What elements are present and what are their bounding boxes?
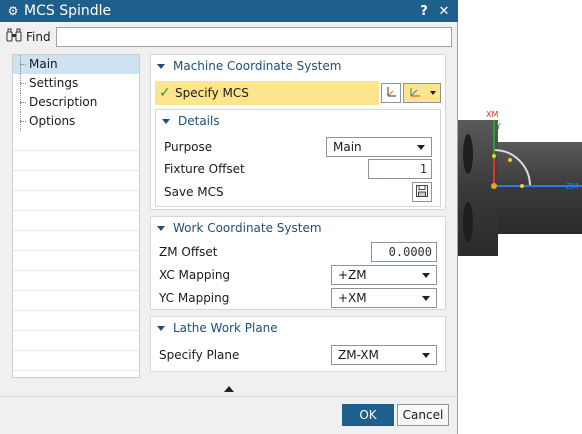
find-label: Find (26, 30, 51, 44)
zm-axis-label: ZM (566, 182, 579, 191)
collapse-triangle-icon (157, 63, 165, 69)
details-subgroup: Details Purpose Main Fixture Offset 1 Sa… (155, 109, 441, 207)
purpose-value: Main (333, 140, 362, 154)
xc-mapping-select[interactable]: +ZM (331, 265, 437, 285)
chevron-down-icon (430, 91, 436, 95)
xm-axis-label: XM (486, 110, 499, 119)
yc-mapping-label: YC Mapping (159, 291, 230, 305)
specify-plane-label: Specify Plane (159, 348, 240, 362)
yc-mapping-row: YC Mapping +XM (159, 287, 437, 309)
specify-plane-row: Specify Plane ZM-XM (159, 344, 437, 366)
zm-offset-label: ZM Offset (159, 245, 218, 259)
save-mcs-button[interactable] (412, 182, 432, 202)
zm-offset-row: ZM Offset 0.0000 (159, 241, 437, 263)
navigation-tree: Main Settings Description Options (12, 54, 140, 378)
yc-mapping-select[interactable]: +XM (331, 288, 437, 308)
zm-offset-input[interactable]: 0.0000 (371, 242, 437, 262)
lathe-group-header[interactable]: Lathe Work Plane (151, 317, 445, 339)
nav-empty-rows (13, 131, 139, 377)
dialog-footer: OK Cancel (0, 396, 458, 434)
y-axis-label: Y (496, 122, 501, 131)
purpose-row: Purpose Main (164, 136, 432, 158)
xc-mapping-label: XC Mapping (159, 268, 231, 282)
wcs-group-title: Work Coordinate System (173, 221, 322, 235)
nav-item-label: Main (29, 57, 58, 71)
collapse-triangle-icon (162, 118, 170, 124)
csys-type-icon (408, 85, 422, 102)
collapse-triangle-icon (157, 325, 165, 331)
lathe-work-plane-group: Lathe Work Plane Specify Plane ZM-XM (150, 316, 446, 372)
csys-dialog-button[interactable] (381, 83, 401, 103)
xc-mapping-row: XC Mapping +ZM (159, 264, 437, 286)
specify-mcs-label: Specify MCS (175, 86, 249, 100)
help-button[interactable]: ? (414, 4, 434, 19)
save-mcs-label: Save MCS (164, 185, 224, 199)
nav-item-settings[interactable]: Settings (13, 74, 139, 93)
cancel-button[interactable]: Cancel (397, 404, 449, 426)
specify-plane-value: ZM-XM (338, 348, 379, 362)
purpose-label: Purpose (164, 140, 213, 154)
wcs-group-header[interactable]: Work Coordinate System (151, 217, 445, 239)
title-bar[interactable]: ⚙ MCS Spindle ? ✕ (0, 0, 458, 22)
main-panel: Machine Coordinate System ✓ Specify MCS (150, 54, 446, 378)
ok-button[interactable]: OK (342, 404, 394, 426)
nav-item-description[interactable]: Description (13, 93, 139, 112)
purpose-select[interactable]: Main (326, 137, 432, 157)
specify-mcs-selection[interactable]: ✓ Specify MCS (155, 81, 379, 105)
csys-type-dropdown[interactable] (403, 83, 441, 103)
nav-item-label: Options (29, 114, 76, 128)
fixture-offset-label: Fixture Offset (164, 162, 245, 176)
chevron-down-icon (422, 352, 430, 358)
collapse-dialog-arrow-icon[interactable] (224, 386, 234, 392)
close-button[interactable]: ✕ (434, 4, 454, 19)
csys-icon (384, 85, 398, 102)
collapse-triangle-icon (157, 225, 165, 231)
save-icon (415, 184, 429, 201)
nav-item-label: Settings (29, 76, 79, 90)
fixture-offset-input[interactable]: 1 (368, 159, 432, 179)
mcs-spindle-dialog: ⚙ MCS Spindle ? ✕ Find Main Settings Des… (0, 0, 458, 434)
lathe-group-title: Lathe Work Plane (173, 321, 278, 335)
wcs-group: Work Coordinate System ZM Offset 0.0000 … (150, 216, 446, 310)
specify-mcs-row: ✓ Specify MCS (155, 81, 441, 105)
nav-item-main[interactable]: Main (13, 55, 139, 74)
binoculars-icon (6, 28, 26, 46)
spindle-part-graphic (458, 120, 582, 256)
nav-item-label: Description (29, 95, 98, 109)
find-row: Find (6, 26, 452, 48)
checkmark-icon: ✓ (159, 85, 171, 101)
specify-plane-select[interactable]: ZM-XM (331, 345, 437, 365)
xc-mapping-value: +ZM (338, 268, 367, 282)
mcs-group-header[interactable]: Machine Coordinate System (151, 55, 445, 77)
mcs-group: Machine Coordinate System ✓ Specify MCS (150, 54, 446, 210)
yc-mapping-value: +XM (338, 291, 367, 305)
details-header[interactable]: Details (156, 110, 440, 132)
save-mcs-row: Save MCS (164, 181, 432, 203)
chevron-down-icon (417, 144, 425, 150)
fixture-offset-row: Fixture Offset 1 (164, 158, 432, 180)
find-input[interactable] (56, 27, 452, 47)
dialog-title: MCS Spindle (24, 3, 112, 19)
nav-item-options[interactable]: Options (13, 112, 139, 131)
gear-icon: ⚙ (7, 4, 19, 18)
chevron-down-icon (422, 272, 430, 278)
mcs-group-title: Machine Coordinate System (173, 59, 342, 73)
chevron-down-icon (422, 295, 430, 301)
details-title: Details (178, 114, 220, 128)
